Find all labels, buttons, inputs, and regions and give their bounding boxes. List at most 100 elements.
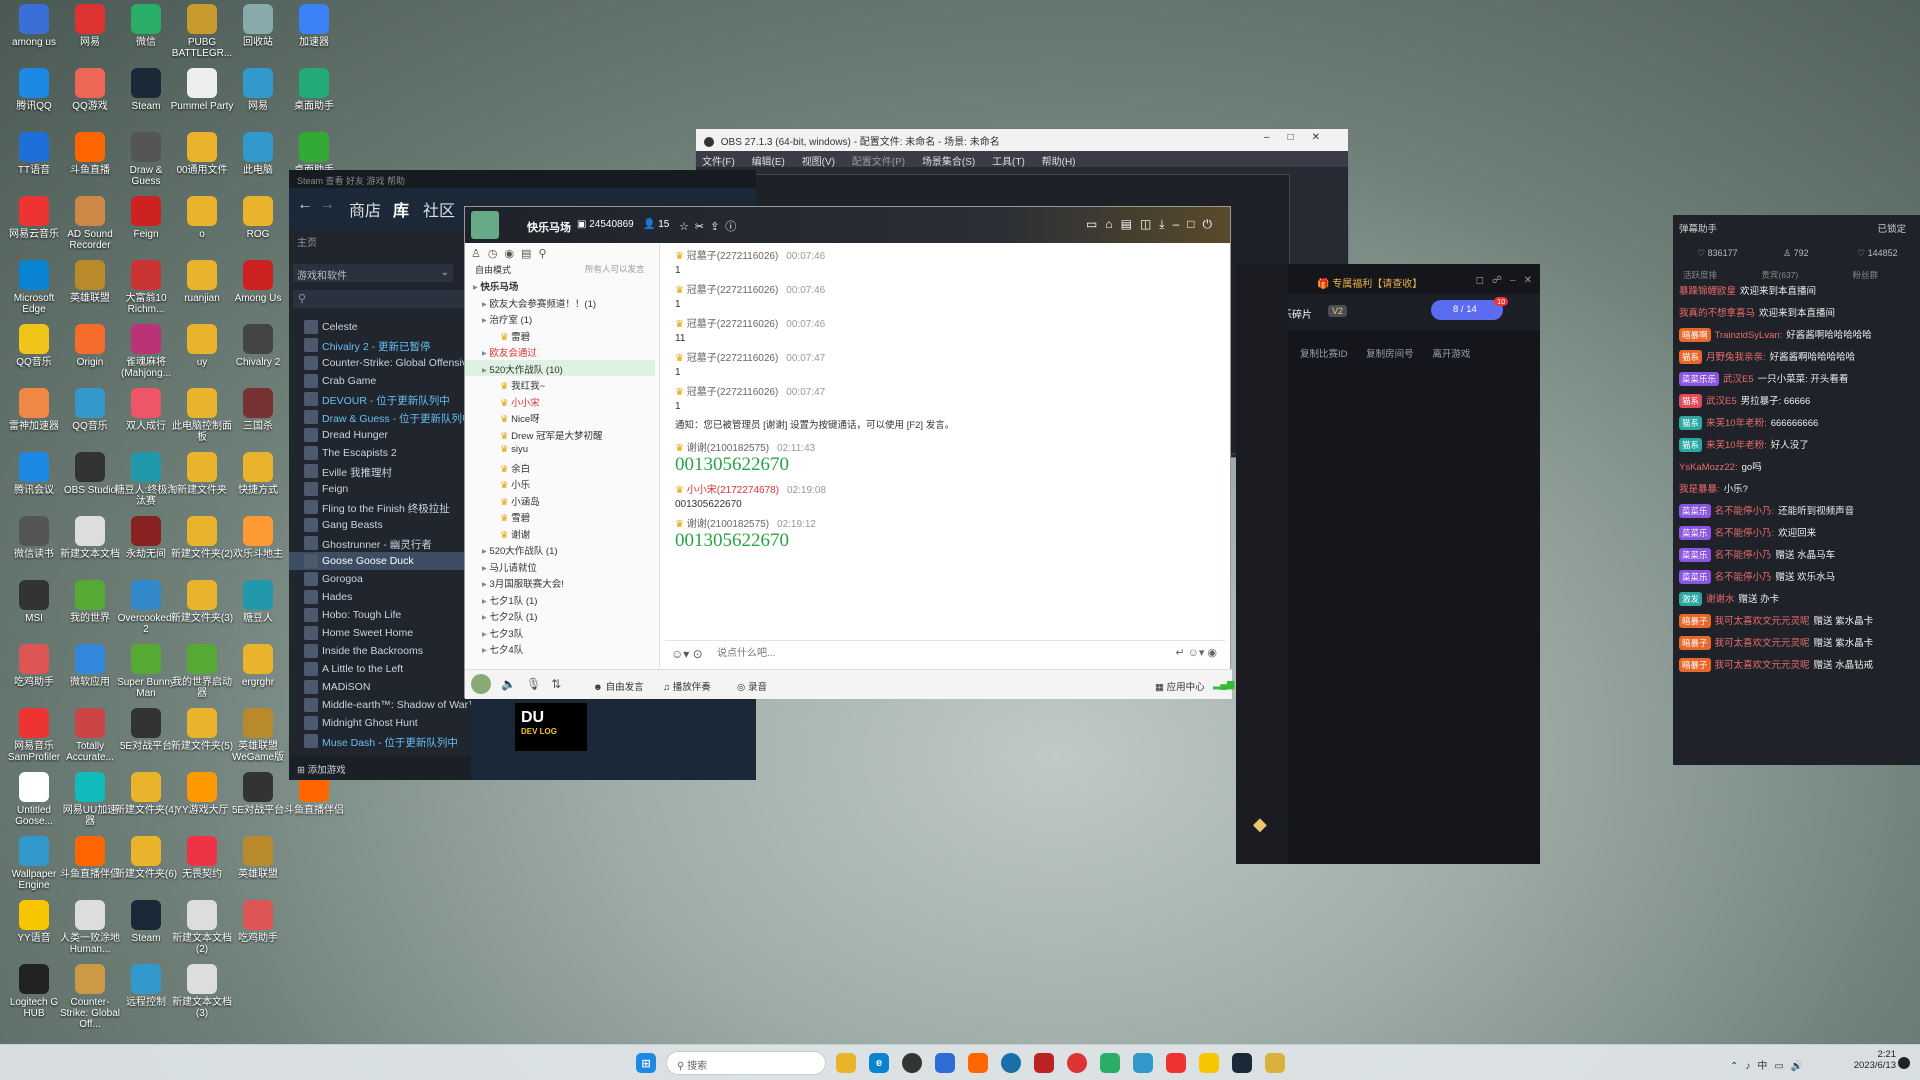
desktop-icon[interactable]: o: [170, 196, 234, 240]
sender-name[interactable]: 冠墓子(2272116026): [687, 285, 779, 296]
obs-icon[interactable]: [902, 1053, 922, 1073]
desktop-icon[interactable]: 回收站: [226, 4, 290, 48]
desktop-icon[interactable]: 吃鸡助手: [226, 900, 290, 944]
desktop-icon[interactable]: 加速器: [282, 4, 346, 48]
chat-input[interactable]: [717, 644, 1027, 663]
library-search-input[interactable]: ⚲: [293, 290, 467, 308]
desktop-icon[interactable]: 微软应用: [58, 644, 122, 688]
danmu-user[interactable]: 名不能停小乃: [1715, 572, 1772, 583]
avatar[interactable]: [471, 674, 491, 694]
free-speak-button[interactable]: ☻ 自由发言: [593, 679, 644, 693]
desktop-icon[interactable]: 腾讯会议: [2, 452, 66, 496]
file-explorer-icon[interactable]: [836, 1053, 856, 1073]
game-list-item[interactable]: Goose Goose Duck: [289, 552, 471, 570]
desktop-icon[interactable]: Feign: [114, 196, 178, 240]
desktop-icon[interactable]: 新建文件夹(4): [114, 772, 178, 816]
obs-menu-edit[interactable]: 编辑(E): [752, 157, 785, 168]
danmu-user[interactable]: TrainzidSyLvan:: [1715, 330, 1783, 341]
desktop-icon[interactable]: 远程控制: [114, 964, 178, 1008]
desktop-icon[interactable]: 新建文本文档: [58, 516, 122, 560]
game-icon[interactable]: [1265, 1053, 1285, 1073]
desktop-icon[interactable]: 斗鱼直播: [58, 132, 122, 176]
game-list-item[interactable]: Inside the Backrooms: [289, 642, 471, 660]
music-button[interactable]: ♫ 播放伴奏: [663, 679, 711, 693]
desktop-icon[interactable]: Logitech G HUB: [2, 964, 66, 1019]
channel-node[interactable]: ▸ 七夕1队 (1): [465, 591, 655, 608]
desktop-icon[interactable]: 网易: [58, 4, 122, 48]
send-icons[interactable]: ↵ ☺▾ ◉: [1175, 646, 1217, 659]
desktop-icon[interactable]: MSI: [2, 580, 66, 624]
desktop-icon[interactable]: 5E对战平台: [114, 708, 178, 752]
desktop-icon[interactable]: 新建文件夹(3): [170, 580, 234, 624]
channel-member[interactable]: ♛ 小乐: [465, 475, 655, 492]
sender-name[interactable]: 冠墓子(2272116026): [687, 353, 779, 364]
netease-icon[interactable]: [1067, 1053, 1087, 1073]
bottle-icon[interactable]: ◆: [1253, 814, 1267, 835]
sender-name[interactable]: 冠墓子(2272116026): [687, 387, 779, 398]
photos-icon[interactable]: [935, 1053, 955, 1073]
desktop-icon[interactable]: 微信: [114, 4, 178, 48]
steam-home-link[interactable]: 主页: [297, 234, 317, 249]
game-list-item[interactable]: Draw & Guess - 位于更新队列中: [289, 408, 471, 426]
desktop-icon[interactable]: TT语音: [2, 132, 66, 176]
desktop-icon[interactable]: 糖豆人: [226, 580, 290, 624]
desktop-icon[interactable]: 桌面助手: [282, 68, 346, 112]
library-filter-select[interactable]: 游戏和软件 ⌄: [293, 264, 453, 282]
desktop-icon[interactable]: Untitled Goose...: [2, 772, 66, 827]
desktop-icon[interactable]: Origin: [58, 324, 122, 368]
desktop-icon[interactable]: 网易UU加速器: [58, 772, 122, 827]
desktop-icon[interactable]: Microsoft Edge: [2, 260, 66, 315]
edge-icon[interactable]: e: [869, 1053, 889, 1073]
channel-member[interactable]: ♛ 小小宋: [465, 393, 655, 410]
danmu-user[interactable]: 我真的不想拿喜马: [1679, 308, 1755, 319]
game-list-item[interactable]: Gang Beasts: [289, 516, 471, 534]
sender-name[interactable]: 谢谢(2100182575): [687, 519, 769, 530]
desktop-icon[interactable]: 00通用文件: [170, 132, 234, 176]
sender-name[interactable]: 小小宋(2172274678): [687, 485, 779, 496]
obs-menu-tools[interactable]: 工具(T): [992, 157, 1025, 168]
desktop-icon[interactable]: 大富翁10 Richm...: [114, 260, 178, 315]
channel-action-icons[interactable]: ☆✂⇪ⓘ: [679, 218, 742, 234]
game-list-item[interactable]: Dread Hunger: [289, 426, 471, 444]
channel-node[interactable]: ▸ 3月国服联赛大会!: [465, 574, 655, 591]
desktop-icon[interactable]: Overcooked! 2: [114, 580, 178, 635]
obs-menu-profile[interactable]: 配置文件(P): [852, 157, 905, 168]
desktop-icon[interactable]: 吃鸡助手: [2, 644, 66, 688]
sender-name[interactable]: 冠墓子(2272116026): [687, 319, 779, 330]
desktop-icon[interactable]: 此电脑控制面板: [170, 388, 234, 443]
game-list-item[interactable]: MADiSON: [289, 678, 471, 696]
desktop-icon[interactable]: QQ游戏: [58, 68, 122, 112]
desktop-icon[interactable]: AD Sound Recorder: [58, 196, 122, 251]
channel-member[interactable]: ♛ 雪碧: [465, 508, 655, 525]
danmu-user[interactable]: 来芙10年老粉:: [1706, 418, 1767, 429]
game-list-item[interactable]: Hades: [289, 588, 471, 606]
obs-menu-help[interactable]: 帮助(H): [1042, 157, 1076, 168]
desktop-icon[interactable]: 斗鱼直播伴侣: [58, 836, 122, 880]
channel-member[interactable]: ♛ 谢谢: [465, 525, 655, 542]
desktop-icon[interactable]: 微信读书: [2, 516, 66, 560]
danmu-user[interactable]: 我可太喜欢文元元灵呢: [1715, 638, 1810, 649]
emoji-icon[interactable]: ☺▾ ⊙: [671, 647, 703, 661]
game-banner-thumbnail[interactable]: DU DEV LOG: [515, 703, 587, 751]
channel-node[interactable]: ▸ 欧友会通过: [465, 343, 655, 360]
channel-node[interactable]: ▸ 欧友大会参赛频道！！(1): [465, 294, 655, 311]
desktop-icon[interactable]: YY游戏大厅: [170, 772, 234, 816]
sender-name[interactable]: 谢谢(2100182575): [687, 443, 769, 454]
game-list-item[interactable]: Celeste: [289, 318, 471, 336]
danmu-user[interactable]: 我是暴暴:: [1679, 484, 1720, 495]
desktop-icon[interactable]: Wallpaper Engine: [2, 836, 66, 891]
desktop-icon[interactable]: 我的世界启动器: [170, 644, 234, 699]
desktop-icon[interactable]: 腾讯QQ: [2, 68, 66, 112]
desktop-icon[interactable]: 糖豆人:终极淘汰赛: [114, 452, 178, 507]
desktop-icon[interactable]: Steam: [114, 68, 178, 112]
channel-member[interactable]: ♛ siyu: [465, 442, 655, 459]
taskbar-search[interactable]: ⚲ 搜索: [666, 1051, 826, 1075]
tray-icons[interactable]: ⌃♪中▭🔊: [1730, 1057, 1810, 1072]
qq-icon[interactable]: [1133, 1053, 1153, 1073]
desktop-icon[interactable]: ROG: [226, 196, 290, 240]
danmu-user[interactable]: 月野兔我亲亲:: [1706, 352, 1766, 363]
desktop-icon[interactable]: 此电脑: [226, 132, 290, 176]
channel-node[interactable]: ▸ 七夕3队: [465, 624, 655, 641]
desktop-icon[interactable]: 英雄联盟 WeGame版: [226, 708, 290, 763]
members-button[interactable]: 8 / 14: [1431, 300, 1503, 320]
